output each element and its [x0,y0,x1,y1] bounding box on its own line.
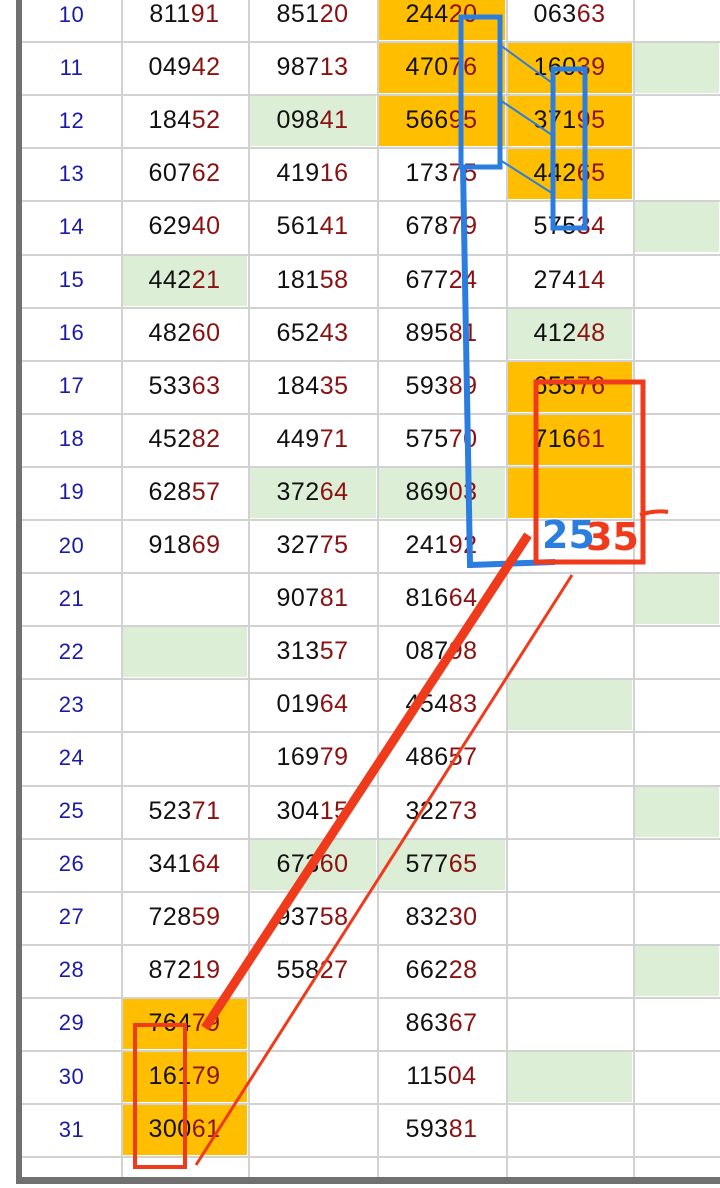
blue-connector-line [499,99,556,138]
red-thin-line [194,574,574,1166]
handwritten-annotations: 25 35 [133,14,669,1169]
blue-connector-line [499,44,556,86]
red-thick-line [201,532,532,1031]
red-dash-mark [639,509,669,517]
blue-highlight-box-col3 [458,14,503,170]
blue-bracket-path [460,166,556,569]
blue-connector-line [499,159,556,196]
lottery-results-table: 10 811 91 851 20 244 20 063 63 11 049 42 987 13 470 76 1… [0,0,720,1188]
blue-highlight-box-col4 [550,66,588,231]
red-highlight-box-col1 [133,1023,187,1169]
handwritten-number-red: 35 [586,515,639,559]
